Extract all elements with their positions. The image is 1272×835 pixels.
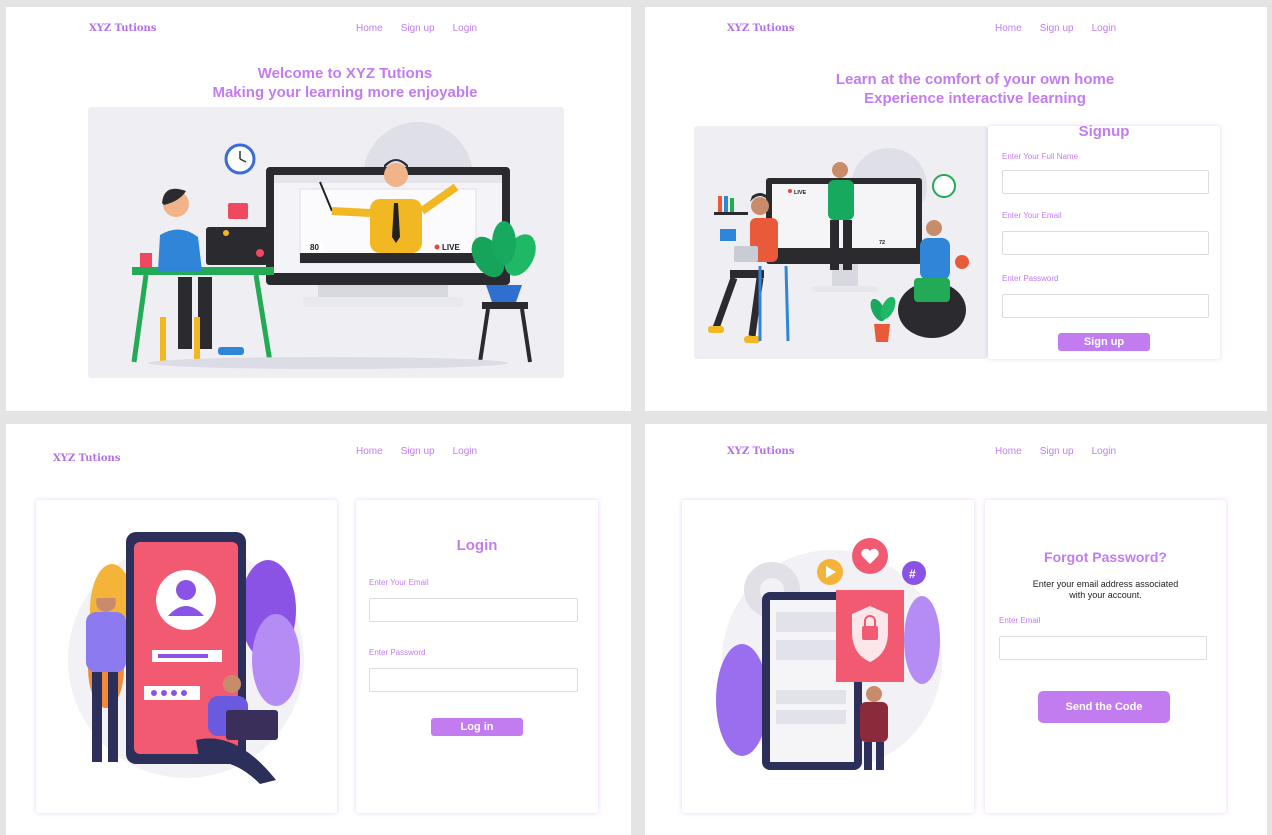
nav-signup-link[interactable]: Sign up [401, 446, 435, 457]
password-input[interactable] [369, 668, 578, 692]
email-input[interactable] [999, 636, 1207, 660]
signup-page-panel: XYZ Tutions Home Sign up Login Learn at … [645, 7, 1267, 411]
login-page-panel: XYZ Tutions Home Sign up Login Login Ent… [6, 424, 631, 835]
password-input[interactable] [1002, 294, 1209, 318]
interactive-learning-illustration: LIVE 72 [694, 126, 988, 359]
hero-headline-line2: Experience interactive learning [864, 90, 1086, 107]
login-button[interactable]: Log in [431, 718, 523, 736]
login-form-card: Login Enter Your Email Enter Password Lo… [356, 500, 598, 813]
signup-button[interactable]: Sign up [1058, 333, 1150, 351]
security-illustration-card: # [682, 500, 974, 813]
signup-title: Signup [1078, 123, 1130, 140]
security-illustration: # [716, 538, 942, 770]
top-nav: Home Sign up Login [356, 23, 477, 34]
nav-login-link[interactable]: Login [1092, 446, 1116, 457]
nav-home-link[interactable]: Home [356, 446, 383, 457]
nav-home-link[interactable]: Home [995, 446, 1022, 457]
live-badge: LIVE [794, 190, 807, 196]
nav-signup-link[interactable]: Sign up [1040, 23, 1074, 34]
forgot-password-page-panel: XYZ Tutions Home Sign up Login # Forgot … [645, 424, 1267, 835]
send-code-button[interactable]: Send the Code [1038, 691, 1170, 723]
email-label: Enter Your Email [1002, 211, 1062, 220]
login-illustration-card [36, 500, 337, 813]
email-input[interactable] [1002, 231, 1209, 255]
password-label: Enter Password [1002, 274, 1059, 283]
forgot-desc-line1: Enter your email address associated [1032, 579, 1179, 589]
hero-headline: Learn at the comfort of your own home Ex… [645, 70, 1267, 108]
hero-headline: Welcome to XYZ Tutions Making your learn… [6, 64, 631, 102]
full-name-label: Enter Your Full Name [1002, 152, 1079, 161]
nav-login-link[interactable]: Login [453, 446, 477, 457]
nav-signup-link[interactable]: Sign up [1040, 446, 1074, 457]
home-page-panel: XYZ Tutions Home Sign up Login Welcome t… [6, 7, 631, 411]
nav-home-link[interactable]: Home [995, 23, 1022, 34]
hero-headline-line1: Welcome to XYZ Tutions [257, 65, 433, 82]
nav-signup-link[interactable]: Sign up [401, 23, 435, 34]
top-nav: Home Sign up Login [995, 23, 1116, 34]
hero-headline-line1: Learn at the comfort of your own home [835, 71, 1115, 88]
login-title: Login [456, 537, 498, 554]
brand-logo[interactable]: XYZ Tutions [727, 446, 794, 457]
top-nav: Home Sign up Login [995, 446, 1116, 457]
signup-form-card: Signup Enter Your Full Name Enter Your E… [988, 123, 1220, 359]
forgot-password-title: Forgot Password? [1044, 549, 1167, 565]
email-label: Enter Your Email [369, 578, 429, 587]
email-input[interactable] [369, 598, 578, 622]
clock-icon [932, 174, 956, 198]
full-name-input[interactable] [1002, 170, 1209, 194]
svg-text:#: # [909, 567, 916, 581]
forgot-password-form-card: Forgot Password? Enter your email addres… [985, 500, 1226, 813]
hero-headline-line2: Making your learning more enjoyable [212, 84, 478, 101]
viewer-count: 72 [879, 240, 885, 246]
top-nav: Home Sign up Login [356, 446, 477, 457]
brand-logo[interactable]: XYZ Tutions [89, 23, 156, 34]
password-label: Enter Password [369, 648, 426, 657]
nav-home-link[interactable]: Home [356, 23, 383, 34]
email-label: Enter Email [999, 616, 1041, 625]
nav-login-link[interactable]: Login [453, 23, 477, 34]
brand-logo[interactable]: XYZ Tutions [727, 23, 794, 34]
brand-logo[interactable]: XYZ Tutions [53, 453, 120, 464]
forgot-desc-line2: with your account. [1069, 590, 1142, 600]
nav-login-link[interactable]: Login [1092, 23, 1116, 34]
online-class-illustration: 80 LIVE [88, 107, 564, 378]
login-illustration [68, 532, 304, 784]
viewer-count: 80 [310, 243, 319, 252]
live-badge: LIVE [442, 243, 460, 252]
